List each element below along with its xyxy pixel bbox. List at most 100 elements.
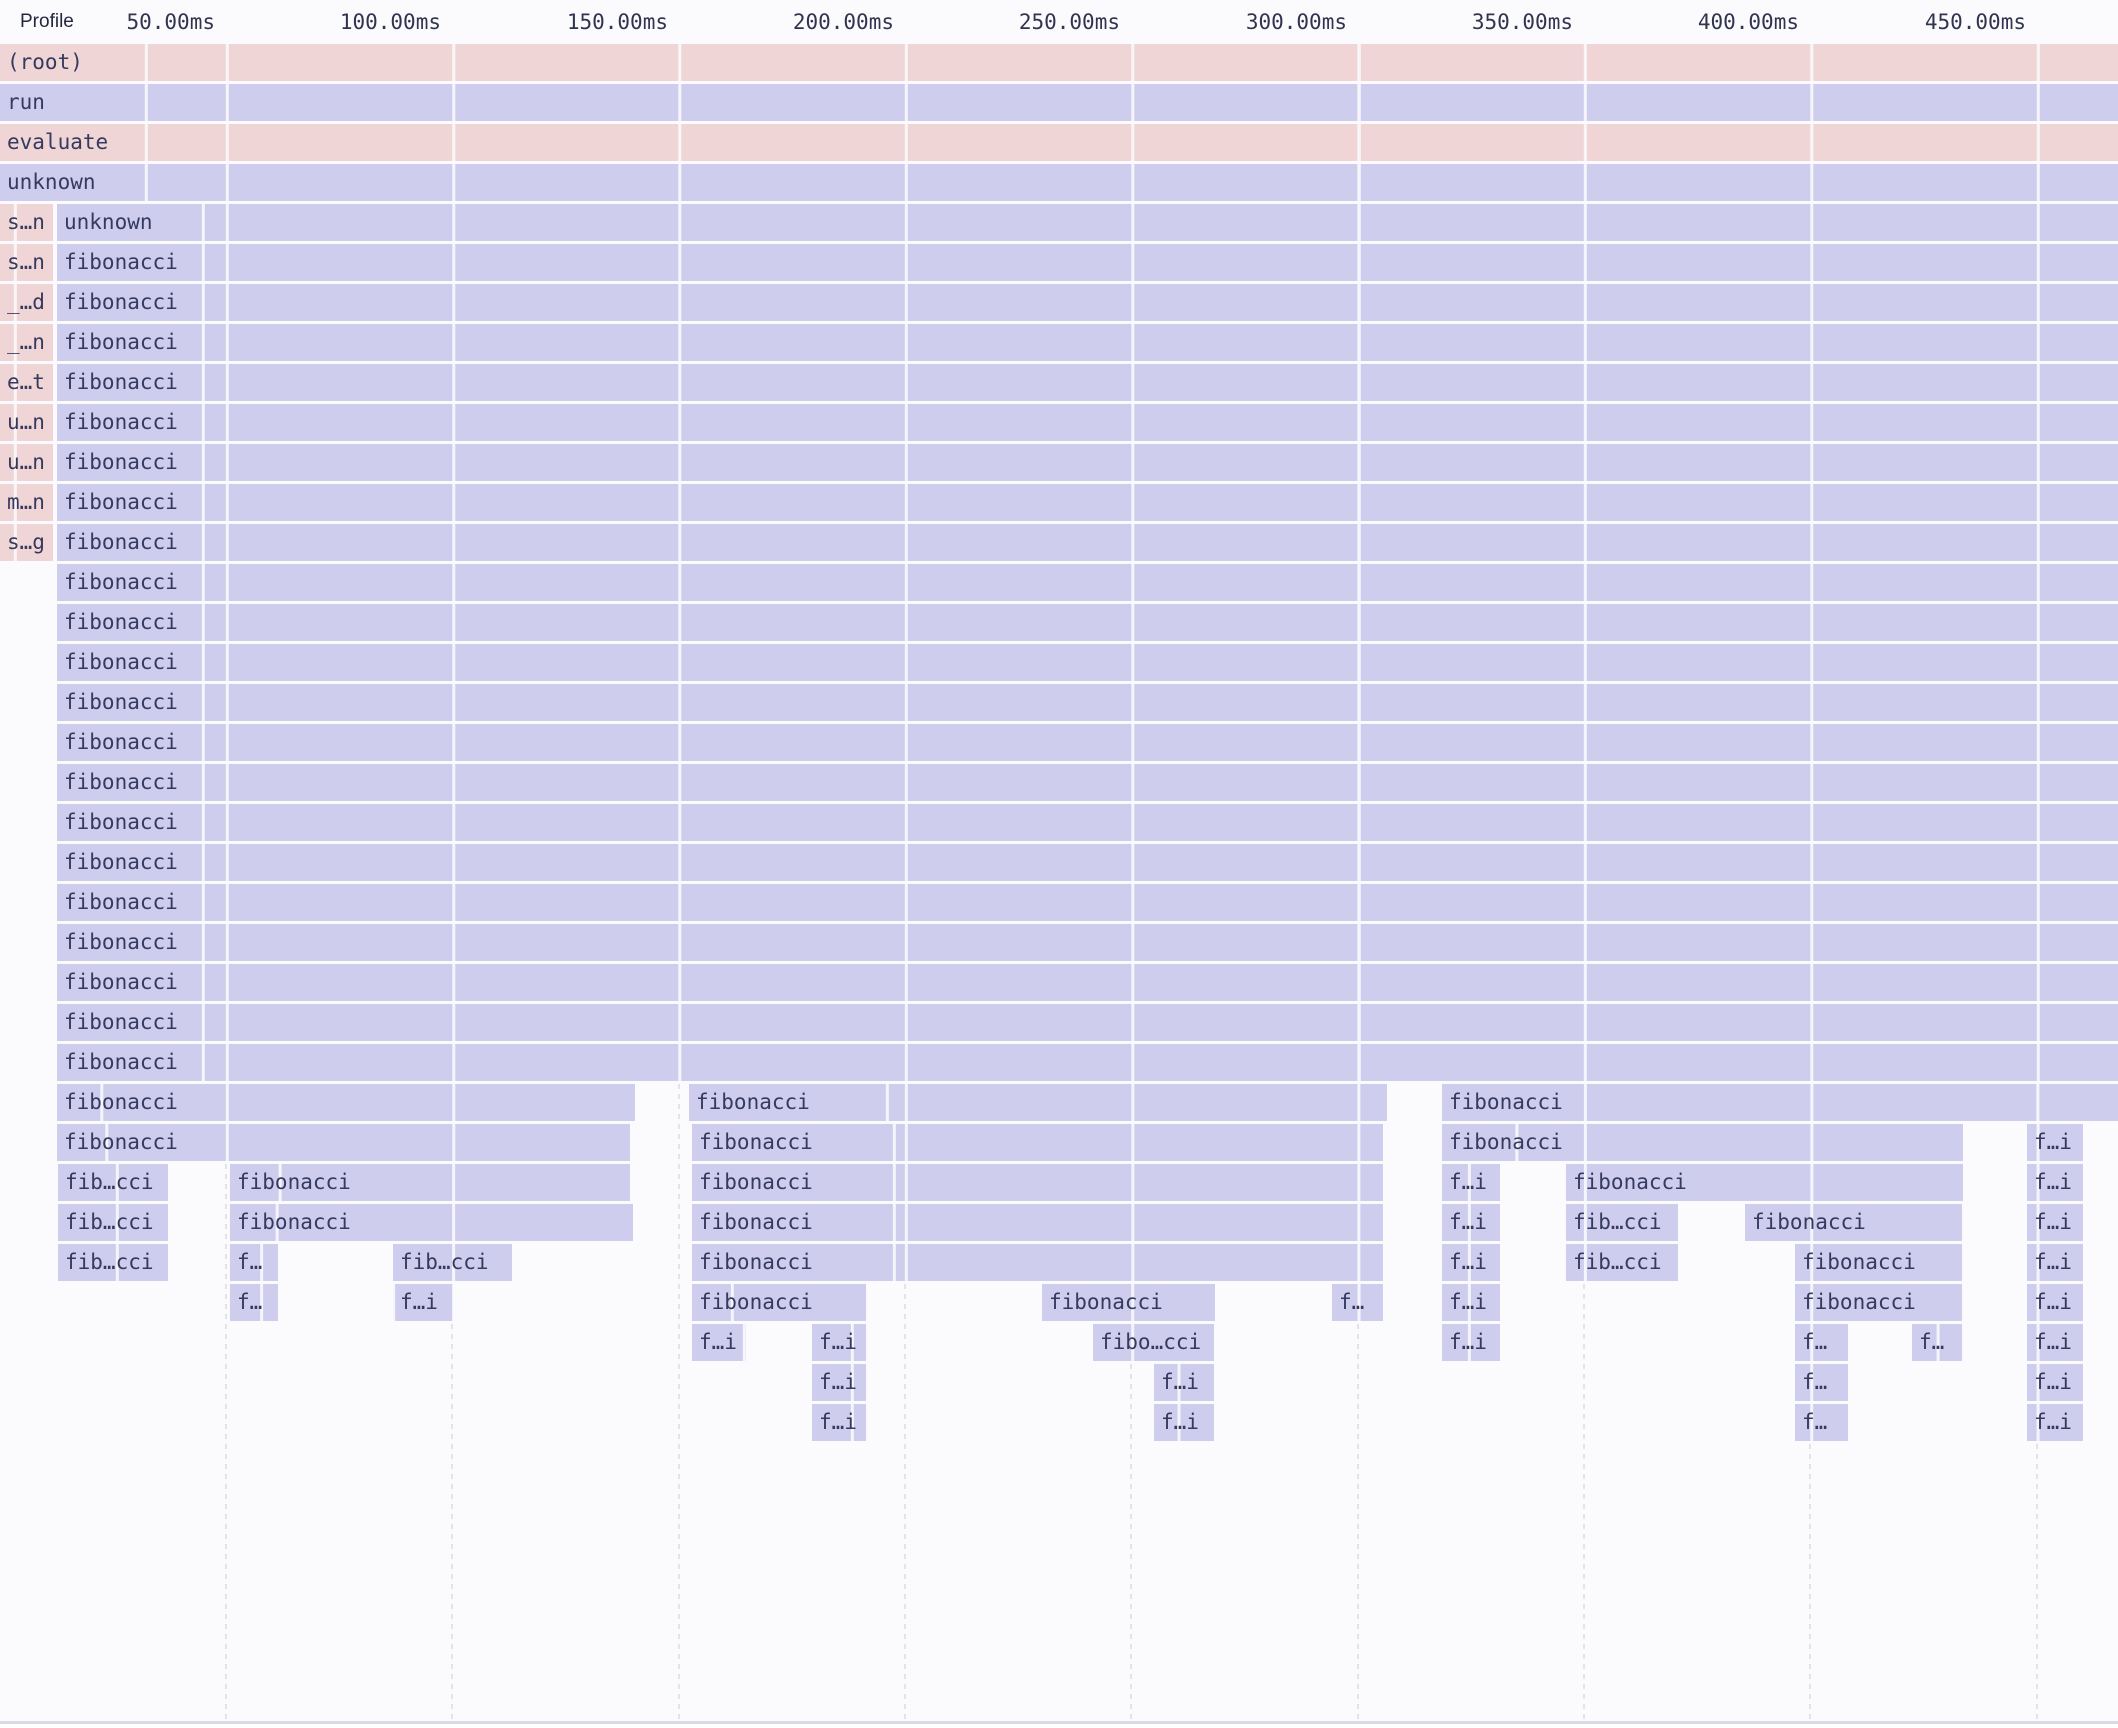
flame-bar[interactable]: fib…cci [393, 1244, 512, 1281]
flame-bar[interactable]: fibonacci [57, 964, 2118, 1001]
flame-bar[interactable]: f… [1332, 1284, 1383, 1321]
flame-bar[interactable]: fibonacci [1442, 1124, 1963, 1161]
flame-bar[interactable]: fibonacci [57, 924, 2118, 961]
flame-bar[interactable]: f…i [812, 1404, 866, 1441]
time-tick-label: 50.00ms [126, 0, 215, 44]
flame-bar[interactable]: f…i [1442, 1284, 1500, 1321]
flame-bar[interactable]: evaluate [0, 124, 2118, 161]
flame-bar[interactable]: fibonacci [57, 284, 2118, 321]
flame-bar[interactable]: fibonacci [57, 684, 2118, 721]
flame-bar[interactable]: fibonacci [692, 1244, 1383, 1281]
flame-bar[interactable]: f…i [1442, 1244, 1500, 1281]
flame-bar[interactable]: fibonacci [57, 1004, 2118, 1041]
flame-bar[interactable]: fibonacci [230, 1204, 633, 1241]
flame-bar[interactable]: fibonacci [1745, 1204, 1962, 1241]
flame-row: f… f…i fibonacci fibonacci f… f…i fibonacci f…i [0, 1284, 2118, 1321]
flame-bar[interactable]: s…n [0, 244, 53, 281]
below-border-area [0, 1724, 2118, 1728]
flame-bar[interactable]: f…i [2027, 1204, 2083, 1241]
flame-bar[interactable]: fibonacci [1795, 1244, 1962, 1281]
flame-bar[interactable]: fibonacci [57, 324, 2118, 361]
flame-bar[interactable]: fibonacci [57, 564, 2118, 601]
flame-bar[interactable]: fibonacci [692, 1284, 866, 1321]
flame-bar[interactable]: fibonacci [1042, 1284, 1215, 1321]
flame-bar[interactable]: fibonacci [57, 644, 2118, 681]
flame-bar[interactable]: fibonacci [57, 244, 2118, 281]
flame-bar[interactable]: f…i [2027, 1124, 2083, 1161]
flame-bar[interactable]: fibonacci [57, 1124, 630, 1161]
time-tick-label: 150.00ms [567, 0, 668, 44]
flame-bar[interactable]: fibonacci [57, 444, 2118, 481]
flame-bar[interactable]: fibonacci [1566, 1164, 1963, 1201]
flame-bar[interactable]: f…i [1442, 1324, 1500, 1361]
flame-bar[interactable]: run [0, 84, 2118, 121]
flame-bar[interactable]: fibonacci [692, 1204, 1383, 1241]
flame-bar[interactable]: fibonacci [57, 604, 2118, 641]
flame-bar[interactable]: m…n [0, 484, 53, 521]
flame-bar[interactable]: f…i [2027, 1244, 2083, 1281]
flame-bar[interactable]: fibonacci [1795, 1284, 1962, 1321]
flame-bar[interactable]: _…n [0, 324, 53, 361]
flame-bar[interactable]: fibonacci [57, 884, 2118, 921]
flame-bar[interactable]: f…i [692, 1324, 746, 1361]
flame-bar[interactable]: fibonacci [57, 364, 2118, 401]
flame-row: f…i f…i f… f…i [0, 1404, 2118, 1441]
flame-bar[interactable]: unknown [57, 204, 2118, 241]
flame-bar[interactable]: fib…cci [58, 1204, 168, 1241]
flame-row: _…nfibonacci [0, 324, 2118, 361]
flame-bar[interactable]: fibonacci [57, 1084, 635, 1121]
flame-bar[interactable]: fibonacci [57, 484, 2118, 521]
flame-bar[interactable]: fib…cci [58, 1244, 168, 1281]
flame-bar[interactable]: f…i [2027, 1284, 2083, 1321]
time-tick-label: 450.00ms [1925, 0, 2026, 44]
flame-bar[interactable]: f…i [2027, 1324, 2083, 1361]
flame-bar[interactable]: fibonacci [57, 764, 2118, 801]
flame-chart[interactable]: (root)runevaluateunknowns…nunknowns…nfib… [0, 0, 2118, 1728]
flame-bar[interactable]: fib…cci [1566, 1204, 1678, 1241]
flame-bar[interactable]: s…n [0, 204, 53, 241]
flame-bar[interactable]: f…i [2027, 1404, 2083, 1441]
flame-bar[interactable]: f…i [1154, 1364, 1214, 1401]
flame-bar[interactable]: fibonacci [1442, 1084, 2118, 1121]
flame-bar[interactable]: fibonacci [57, 524, 2118, 561]
flame-row: fibonacci [0, 724, 2118, 761]
flame-bar[interactable]: f…i [1442, 1204, 1500, 1241]
flame-bar[interactable]: f…i [812, 1364, 866, 1401]
flame-bar[interactable]: fibonacci [57, 724, 2118, 761]
flame-bar[interactable]: fibonacci [230, 1164, 630, 1201]
time-tick-label: 250.00ms [1019, 0, 1120, 44]
flame-bar[interactable]: fibonacci [689, 1084, 1387, 1121]
flame-bar[interactable]: f… [230, 1284, 278, 1321]
flame-bar[interactable]: f…i [2027, 1364, 2083, 1401]
flame-bar[interactable]: e…t [0, 364, 53, 401]
flame-bar[interactable]: f… [1912, 1324, 1962, 1361]
flame-row: fib…cci fibonacci fibonacci f…i fibonacci f…i [0, 1164, 2118, 1201]
flame-row: evaluate [0, 124, 2118, 161]
flame-bar[interactable]: f…i [393, 1284, 453, 1321]
time-tick-label: 100.00ms [340, 0, 441, 44]
flame-bar[interactable]: f…i [1154, 1404, 1214, 1441]
flame-bar[interactable]: unknown [0, 164, 2118, 201]
flame-bar[interactable]: u…n [0, 404, 53, 441]
flame-bar[interactable]: (root) [0, 44, 2118, 81]
flame-bar[interactable]: f… [230, 1244, 278, 1281]
flame-bar[interactable]: fibonacci [57, 844, 2118, 881]
flame-bar[interactable]: fib…cci [58, 1164, 168, 1201]
flame-bar[interactable]: s…g [0, 524, 53, 561]
flame-bar[interactable]: fib…cci [1566, 1244, 1678, 1281]
flame-row: fibonacci [0, 804, 2118, 841]
flame-bar[interactable]: _…d [0, 284, 53, 321]
flame-bar[interactable]: fibonacci [57, 1044, 2118, 1081]
flame-bar[interactable]: f… [1795, 1324, 1848, 1361]
flame-bar[interactable]: fibo…cci [1093, 1324, 1214, 1361]
flame-bar[interactable]: f… [1795, 1364, 1848, 1401]
flame-bar[interactable]: u…n [0, 444, 53, 481]
flame-bar[interactable]: fibonacci [692, 1164, 1383, 1201]
flame-bar[interactable]: f…i [1442, 1164, 1500, 1201]
flame-bar[interactable]: f… [1795, 1404, 1848, 1441]
flame-bar[interactable]: fibonacci [692, 1124, 1383, 1161]
flame-bar[interactable]: f…i [812, 1324, 866, 1361]
flame-bar[interactable]: fibonacci [57, 804, 2118, 841]
flame-bar[interactable]: fibonacci [57, 404, 2118, 441]
flame-bar[interactable]: f…i [2027, 1164, 2083, 1201]
